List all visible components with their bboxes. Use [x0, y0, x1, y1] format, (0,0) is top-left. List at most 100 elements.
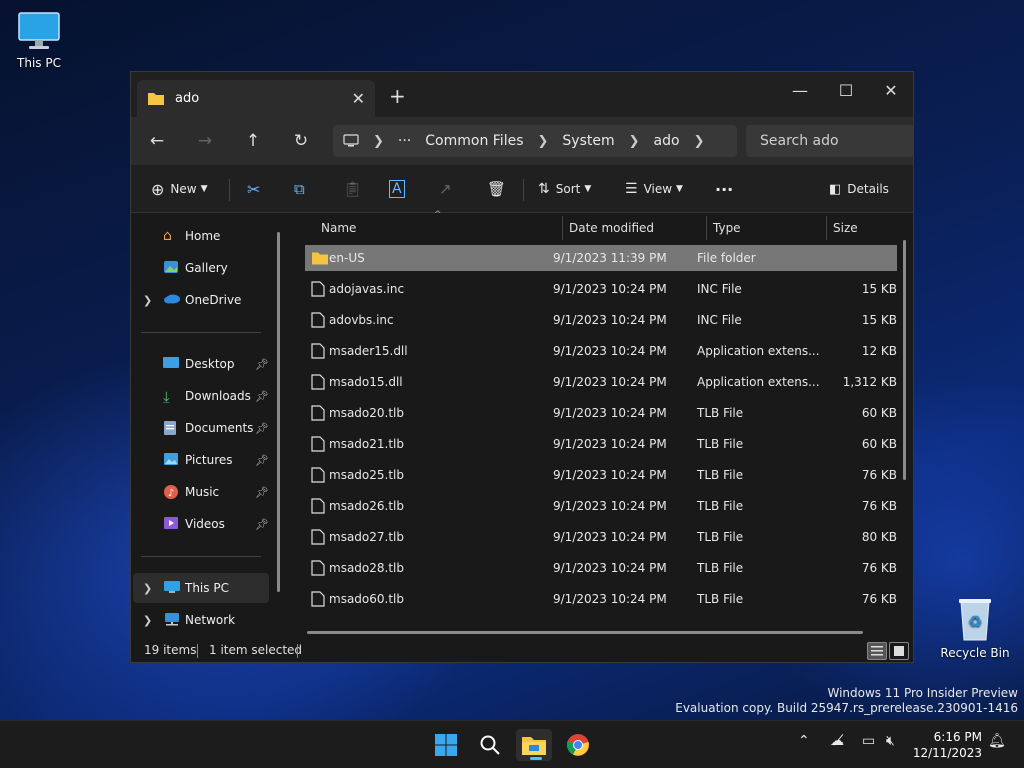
- column-header-type[interactable]: Type: [713, 214, 741, 242]
- column-header-name[interactable]: Name: [321, 214, 356, 242]
- desktop-recycle-bin[interactable]: ♻ Recycle Bin: [935, 596, 1015, 660]
- file-date: 9/1/2023 10:24 PM: [553, 468, 667, 482]
- sidebar-item-documents[interactable]: Documents 📌︎: [133, 413, 269, 443]
- table-row[interactable]: msader15.dll 9/1/2023 10:24 PM Application…: [305, 338, 897, 364]
- search-input[interactable]: Search ado: [746, 125, 914, 157]
- clock[interactable]: 6:16 PM 12/11/2023: [912, 729, 982, 761]
- file-type: TLB File: [697, 561, 744, 575]
- table-row[interactable]: msado60.tlb 9/1/2023 10:24 PM TLB File 76 K…: [305, 586, 897, 612]
- table-row[interactable]: msado25.tlb 9/1/2023 10:24 PM TLB File 76 K…: [305, 462, 897, 488]
- sidebar-item-home[interactable]: ⌂ Home: [133, 221, 269, 251]
- breadcrumb-ado[interactable]: ado: [654, 133, 680, 149]
- close-window-button[interactable]: ✕: [868, 76, 914, 106]
- details-button[interactable]: ◧ Details: [829, 175, 889, 203]
- show-hidden-icons-chevron-up-icon[interactable]: ⌃: [798, 733, 810, 749]
- display-icon[interactable]: ▭: [862, 733, 875, 749]
- address-overflow[interactable]: ···: [398, 133, 411, 149]
- sidebar-item-network[interactable]: ❯ Network: [133, 605, 269, 635]
- table-row[interactable]: adojavas.inc 9/1/2023 10:24 PM INC File 15 …: [305, 276, 897, 302]
- table-row[interactable]: adovbs.inc 9/1/2023 10:24 PM INC File 15 KB: [305, 307, 897, 333]
- taskbar-chrome[interactable]: [560, 729, 596, 761]
- file-icon: [311, 529, 325, 545]
- table-row-selected[interactable]: en-US 9/1/2023 11:39 PM File folder: [305, 245, 897, 271]
- new-tab-button[interactable]: +: [389, 84, 406, 108]
- chevron-right-icon[interactable]: ❯: [143, 294, 152, 307]
- sidebar-item-pictures[interactable]: Pictures 📌︎: [133, 445, 269, 475]
- file-name: adovbs.inc: [329, 313, 394, 327]
- sidebar-item-music[interactable]: ♪ Music 📌︎: [133, 477, 269, 507]
- maximize-button[interactable]: ☐: [823, 76, 869, 106]
- tab-ado[interactable]: ado ✕: [137, 80, 375, 117]
- more-options-button[interactable]: ···: [715, 175, 733, 203]
- table-row[interactable]: msado26.tlb 9/1/2023 10:24 PM TLB File 76 K…: [305, 493, 897, 519]
- delete-button[interactable]: 🗑︎: [487, 175, 506, 203]
- file-date: 9/1/2023 10:24 PM: [553, 592, 667, 606]
- column-header-size[interactable]: Size: [833, 214, 858, 242]
- file-icon: [311, 591, 325, 607]
- taskbar-file-explorer[interactable]: [516, 729, 552, 761]
- table-row[interactable]: msado20.tlb 9/1/2023 10:24 PM TLB File 60 K…: [305, 400, 897, 426]
- close-tab-icon[interactable]: ✕: [352, 89, 365, 108]
- sort-button[interactable]: ⇅ Sort ▼: [538, 175, 591, 203]
- chevron-right-icon[interactable]: ❯: [143, 614, 152, 627]
- file-size: 76 KB: [861, 468, 897, 482]
- desktop-this-pc[interactable]: This PC: [0, 12, 79, 70]
- address-bar[interactable]: ❯ ··· Common Files ❯ System ❯ ado ❯: [333, 125, 737, 157]
- search-button[interactable]: [472, 729, 508, 761]
- refresh-button[interactable]: ↻: [285, 125, 317, 157]
- copy-button[interactable]: ⧉: [294, 175, 305, 203]
- table-row[interactable]: msado21.tlb 9/1/2023 10:24 PM TLB File 60 K…: [305, 431, 897, 457]
- tiles-view-toggle[interactable]: [889, 642, 909, 660]
- file-date: 9/1/2023 10:24 PM: [553, 530, 667, 544]
- table-row[interactable]: msado27.tlb 9/1/2023 10:24 PM TLB File 80 K…: [305, 524, 897, 550]
- column-header-date[interactable]: Date modified: [569, 214, 654, 242]
- details-view-toggle[interactable]: [867, 642, 887, 660]
- file-size: 15 KB: [861, 313, 897, 327]
- forward-button[interactable]: →: [189, 125, 221, 157]
- file-list-horizontal-scrollbar[interactable]: [307, 631, 863, 634]
- sidebar-item-onedrive[interactable]: ❯ OneDrive: [133, 285, 269, 315]
- table-row[interactable]: msado28.tlb 9/1/2023 10:24 PM TLB File 76 K…: [305, 555, 897, 581]
- sidebar-item-desktop[interactable]: Desktop 📌︎: [133, 349, 269, 379]
- view-button[interactable]: ☰ View ▼: [625, 175, 683, 203]
- chevron-right-icon[interactable]: ❯: [143, 582, 152, 595]
- sidebar-item-videos[interactable]: Videos 📌︎: [133, 509, 269, 539]
- table-row[interactable]: msado15.dll 9/1/2023 10:24 PM Application …: [305, 369, 897, 395]
- chevron-right-icon: ❯: [628, 133, 640, 149]
- file-date: 9/1/2023 10:24 PM: [553, 499, 667, 513]
- trash-icon: 🗑︎: [487, 180, 507, 198]
- breadcrumb-common-files[interactable]: Common Files: [425, 133, 523, 149]
- breadcrumb-system[interactable]: System: [562, 133, 614, 149]
- gallery-icon: [163, 260, 181, 276]
- pin-icon: 📌︎: [255, 517, 269, 531]
- start-button[interactable]: [428, 729, 464, 761]
- volume-muted-icon[interactable]: 🔇︎: [886, 733, 895, 749]
- file-size: 1,312 KB: [842, 375, 897, 389]
- paste-button[interactable]: 📋︎: [343, 175, 362, 203]
- title-bar[interactable]: ado ✕ + — ☐ ✕: [131, 72, 913, 117]
- minimize-button[interactable]: —: [777, 76, 823, 106]
- file-list-vertical-scrollbar[interactable]: [903, 240, 906, 480]
- file-date: 9/1/2023 10:24 PM: [553, 313, 667, 327]
- sort-ascending-icon: ^: [434, 210, 442, 220]
- up-button[interactable]: ↑: [237, 125, 269, 157]
- file-name: msado21.tlb: [329, 437, 404, 451]
- sidebar-item-gallery[interactable]: Gallery: [133, 253, 269, 283]
- sidebar-item-this-pc[interactable]: ❯ This PC: [133, 573, 269, 603]
- rename-button[interactable]: A: [389, 175, 405, 203]
- file-size: 76 KB: [861, 561, 897, 575]
- share-button[interactable]: ↗: [439, 175, 452, 203]
- file-date: 9/1/2023 11:39 PM: [553, 251, 667, 265]
- chrome-icon: [566, 734, 589, 756]
- back-button[interactable]: ←: [141, 125, 173, 157]
- file-size: 60 KB: [861, 437, 897, 451]
- sidebar-item-downloads[interactable]: ⤓ Downloads 📌︎: [133, 381, 269, 411]
- cut-button[interactable]: ✂: [247, 175, 260, 203]
- notification-bell-icon[interactable]: 🔔︎: [988, 733, 1006, 749]
- file-list: Name ^ Date modified Type Size en-US 9/1/…: [289, 210, 914, 634]
- new-button[interactable]: ⊕ New ▼: [151, 175, 208, 203]
- sidebar-scrollbar[interactable]: [277, 232, 280, 592]
- network-offline-icon[interactable]: ☁̸: [830, 733, 844, 749]
- file-explorer-window: ado ✕ + — ☐ ✕ ← → ↑ ↻ ❯ ··· Common Files…: [130, 71, 914, 663]
- sidebar-item-label: Videos: [185, 517, 225, 531]
